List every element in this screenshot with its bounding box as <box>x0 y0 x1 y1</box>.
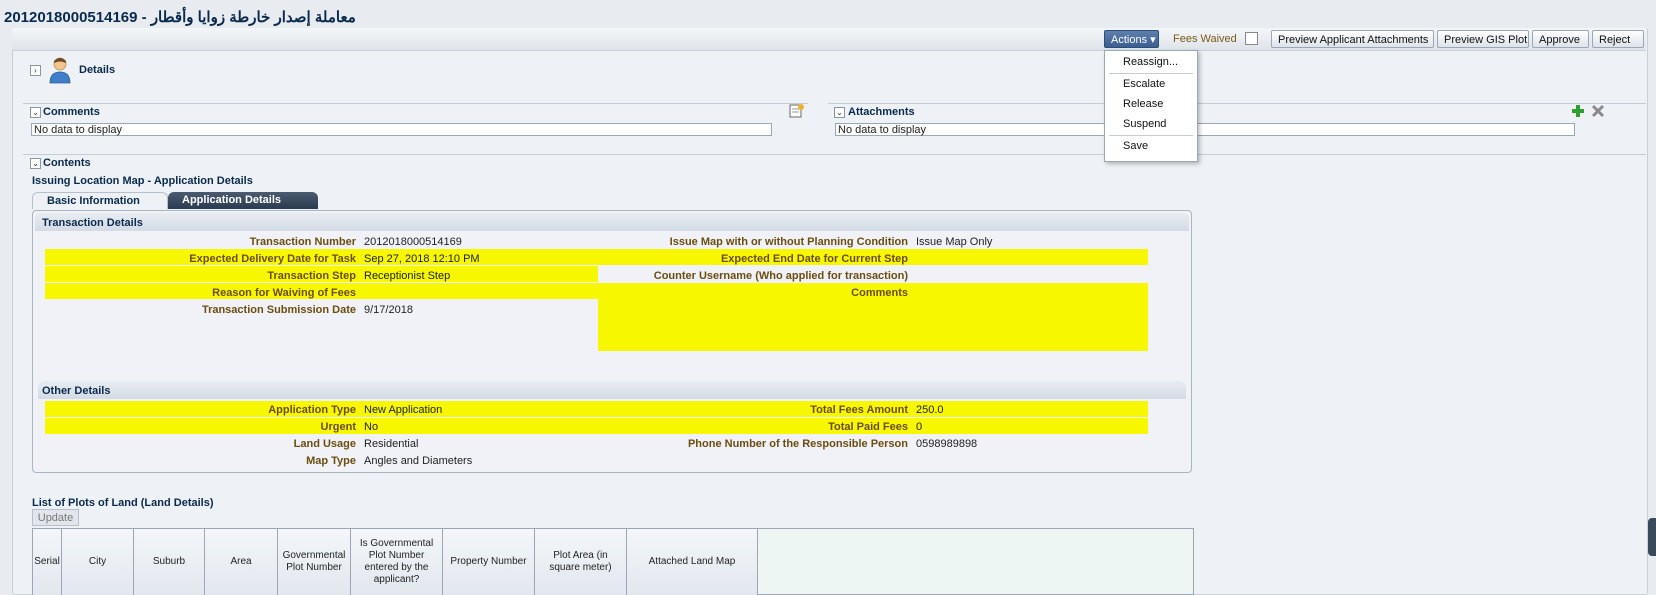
label-expected-delivery: Expected Delivery Date for Task <box>189 253 356 265</box>
label-reason-waiving: Reason for Waiving of Fees <box>212 287 356 299</box>
add-comment-icon[interactable] <box>788 103 804 119</box>
label-counter-username: Counter Username (Who applied for transa… <box>653 270 908 282</box>
label-map-type: Map Type <box>306 455 356 467</box>
value-application-type: New Application <box>364 404 443 416</box>
column-header-gov-plot-number[interactable]: Governmental Plot Number <box>278 529 351 595</box>
transaction-details-bar <box>35 213 1189 231</box>
contents-header-line <box>23 154 1646 155</box>
menu-separator <box>1109 73 1193 74</box>
label-submission-date: Transaction Submission Date <box>201 304 356 316</box>
value-urgent: No <box>364 421 379 433</box>
column-header-gov-plot-entered[interactable]: Is Governmental Plot Number entered by t… <box>351 529 443 595</box>
label-urgent: Urgent <box>320 421 356 433</box>
scroll-handle[interactable] <box>1648 518 1656 556</box>
label-phone-number: Phone Number of the Responsible Person <box>687 438 908 450</box>
comments-disclose-icon[interactable]: ⌄ <box>30 107 41 118</box>
other-details-title: Other Details <box>42 385 111 397</box>
attachments-empty: No data to display <box>835 123 1575 136</box>
comments-header-line <box>23 103 808 104</box>
column-header-attached-map[interactable]: Attached Land Map <box>627 529 758 595</box>
fees-waived-label: Fees Waived <box>1173 33 1237 45</box>
tab-application-details[interactable]: Application Details <box>168 192 318 209</box>
transaction-details-title: Transaction Details <box>42 217 143 229</box>
menu-item-suspend[interactable]: Suspend <box>1123 118 1166 130</box>
menu-item-save[interactable]: Save <box>1123 140 1148 152</box>
add-icon[interactable] <box>1571 104 1585 118</box>
column-header-serial[interactable]: Serial <box>33 529 62 595</box>
value-issue-map: Issue Map Only <box>916 236 993 248</box>
value-submission-date: 9/17/2018 <box>364 304 413 316</box>
column-header-property-number[interactable]: Property Number <box>443 529 535 595</box>
details-title: Details <box>79 64 116 76</box>
label-application-type: Application Type <box>268 404 356 416</box>
menu-item-reassign[interactable]: Reassign... <box>1123 56 1178 68</box>
other-details-bar <box>38 381 1186 399</box>
contents-subtitle: Issuing Location Map - Application Detai… <box>32 175 253 187</box>
comments-empty: No data to display <box>31 123 772 136</box>
menu-item-release[interactable]: Release <box>1123 98 1163 110</box>
label-total-paid-fees: Total Paid Fees <box>828 421 908 433</box>
approve-button[interactable]: Approve <box>1532 30 1589 48</box>
menu-separator <box>1109 135 1193 136</box>
value-expected-delivery: Sep 27, 2018 12:10 PM <box>364 253 480 265</box>
label-land-usage: Land Usage <box>293 438 356 450</box>
fees-waived-checkbox[interactable] <box>1245 32 1258 45</box>
reject-button[interactable]: Reject <box>1592 30 1644 48</box>
page-title: معاملة إصدار خارطة زوايا وأقطار - 201201… <box>4 9 356 26</box>
preview-gis-button[interactable]: Preview GIS Plot <box>1437 30 1529 48</box>
contents-disclose-icon[interactable]: ⌄ <box>30 158 41 169</box>
details-disclose-icon[interactable]: › <box>30 65 41 76</box>
contents-title: Contents <box>43 157 91 169</box>
attachments-disclose-icon[interactable]: ⌄ <box>834 107 845 118</box>
column-header-city[interactable]: City <box>62 529 134 595</box>
comments-title: Comments <box>43 106 100 118</box>
plots-list-title: List of Plots of Land (Land Details) <box>32 497 214 509</box>
column-header-plot-area[interactable]: Plot Area (in square meter) <box>535 529 627 595</box>
label-comments: Comments <box>851 287 908 299</box>
tab-basic-information[interactable]: Basic Information <box>32 192 168 209</box>
label-total-fees: Total Fees Amount <box>810 404 908 416</box>
value-map-type: Angles and Diameters <box>364 455 473 467</box>
attachments-title: Attachments <box>848 106 915 118</box>
column-header-suburb[interactable]: Suburb <box>134 529 205 595</box>
preview-attachments-button[interactable]: Preview Applicant Attachments <box>1271 30 1434 48</box>
delete-icon[interactable] <box>1591 104 1605 118</box>
value-land-usage: Residential <box>364 438 419 450</box>
update-button[interactable]: Update <box>32 509 79 526</box>
label-expected-end-date: Expected End Date for Current Step <box>720 253 908 265</box>
value-transaction-number: 2012018000514169 <box>364 236 462 248</box>
value-phone-number: 0598989898 <box>916 438 978 450</box>
attachments-header-line <box>828 103 1646 104</box>
value-total-paid-fees: 0 <box>916 421 923 433</box>
user-icon <box>48 56 72 84</box>
label-transaction-step: Transaction Step <box>267 270 356 282</box>
value-transaction-step: Receptionist Step <box>364 270 451 282</box>
menu-item-escalate[interactable]: Escalate <box>1123 78 1165 90</box>
value-total-fees: 250.0 <box>916 404 944 416</box>
actions-menu: Reassign... Escalate Release Suspend Sav… <box>1104 50 1198 162</box>
label-transaction-number: Transaction Number <box>249 236 356 248</box>
actions-button[interactable]: Actions ▾ <box>1104 30 1159 48</box>
plots-table: Serial City Suburb Area Governmental Plo… <box>32 528 1194 595</box>
label-issue-map: Issue Map with or without Planning Condi… <box>669 236 908 248</box>
column-header-area[interactable]: Area <box>205 529 278 595</box>
